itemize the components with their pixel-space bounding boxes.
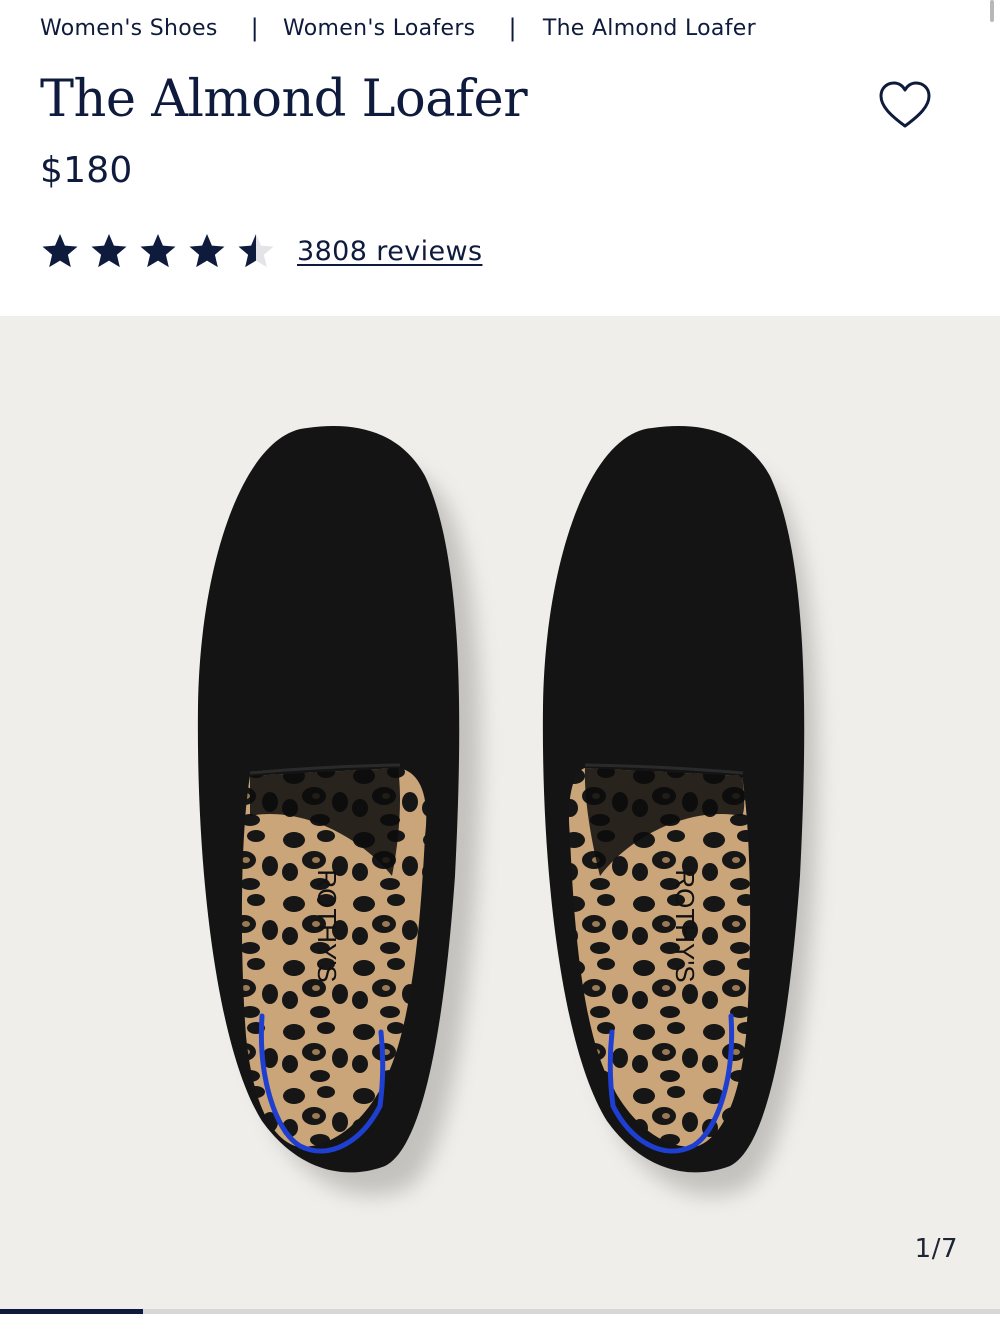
product-image-gallery[interactable]: ROTHY'S ROTHY'S 1/7 bbox=[0, 316, 1000, 1310]
star-icon bbox=[189, 234, 225, 268]
breadcrumb-separator: | bbox=[250, 14, 259, 42]
breadcrumb: Women's Shoes | Women's Loafers | The Al… bbox=[40, 10, 970, 46]
product-title: The Almond Loafer bbox=[40, 70, 528, 129]
insole-brand-right: ROTHY'S bbox=[670, 869, 700, 982]
breadcrumb-womens-loafers[interactable]: Women's Loafers bbox=[283, 16, 475, 41]
page-scrollbar[interactable] bbox=[990, 0, 994, 22]
gallery-counter: 1/7 bbox=[914, 1234, 958, 1264]
favorite-button[interactable] bbox=[876, 78, 934, 132]
reviews-link[interactable]: 3808 reviews bbox=[297, 236, 482, 267]
star-icon bbox=[238, 234, 274, 268]
insole-brand-left: ROTHY'S bbox=[312, 869, 342, 982]
product-rating: 3808 reviews bbox=[40, 228, 482, 274]
gallery-progress-bar bbox=[0, 1309, 1000, 1314]
breadcrumb-womens-shoes[interactable]: Women's Shoes bbox=[40, 16, 218, 41]
star-icon bbox=[91, 234, 127, 268]
star-icon bbox=[42, 234, 78, 268]
right-loafer: ROTHY'S bbox=[542, 425, 818, 1196]
product-price: $180 bbox=[40, 150, 133, 191]
heart-outline-icon bbox=[879, 81, 931, 128]
product-image-loafers: ROTHY'S ROTHY'S bbox=[197, 425, 818, 1196]
gallery-progress-fill bbox=[0, 1309, 143, 1314]
left-loafer: ROTHY'S bbox=[197, 425, 481, 1196]
breadcrumb-separator: | bbox=[508, 14, 517, 42]
star-rating bbox=[40, 231, 285, 271]
breadcrumb-current-page[interactable]: The Almond Loafer bbox=[543, 16, 756, 41]
star-icon bbox=[140, 234, 176, 268]
